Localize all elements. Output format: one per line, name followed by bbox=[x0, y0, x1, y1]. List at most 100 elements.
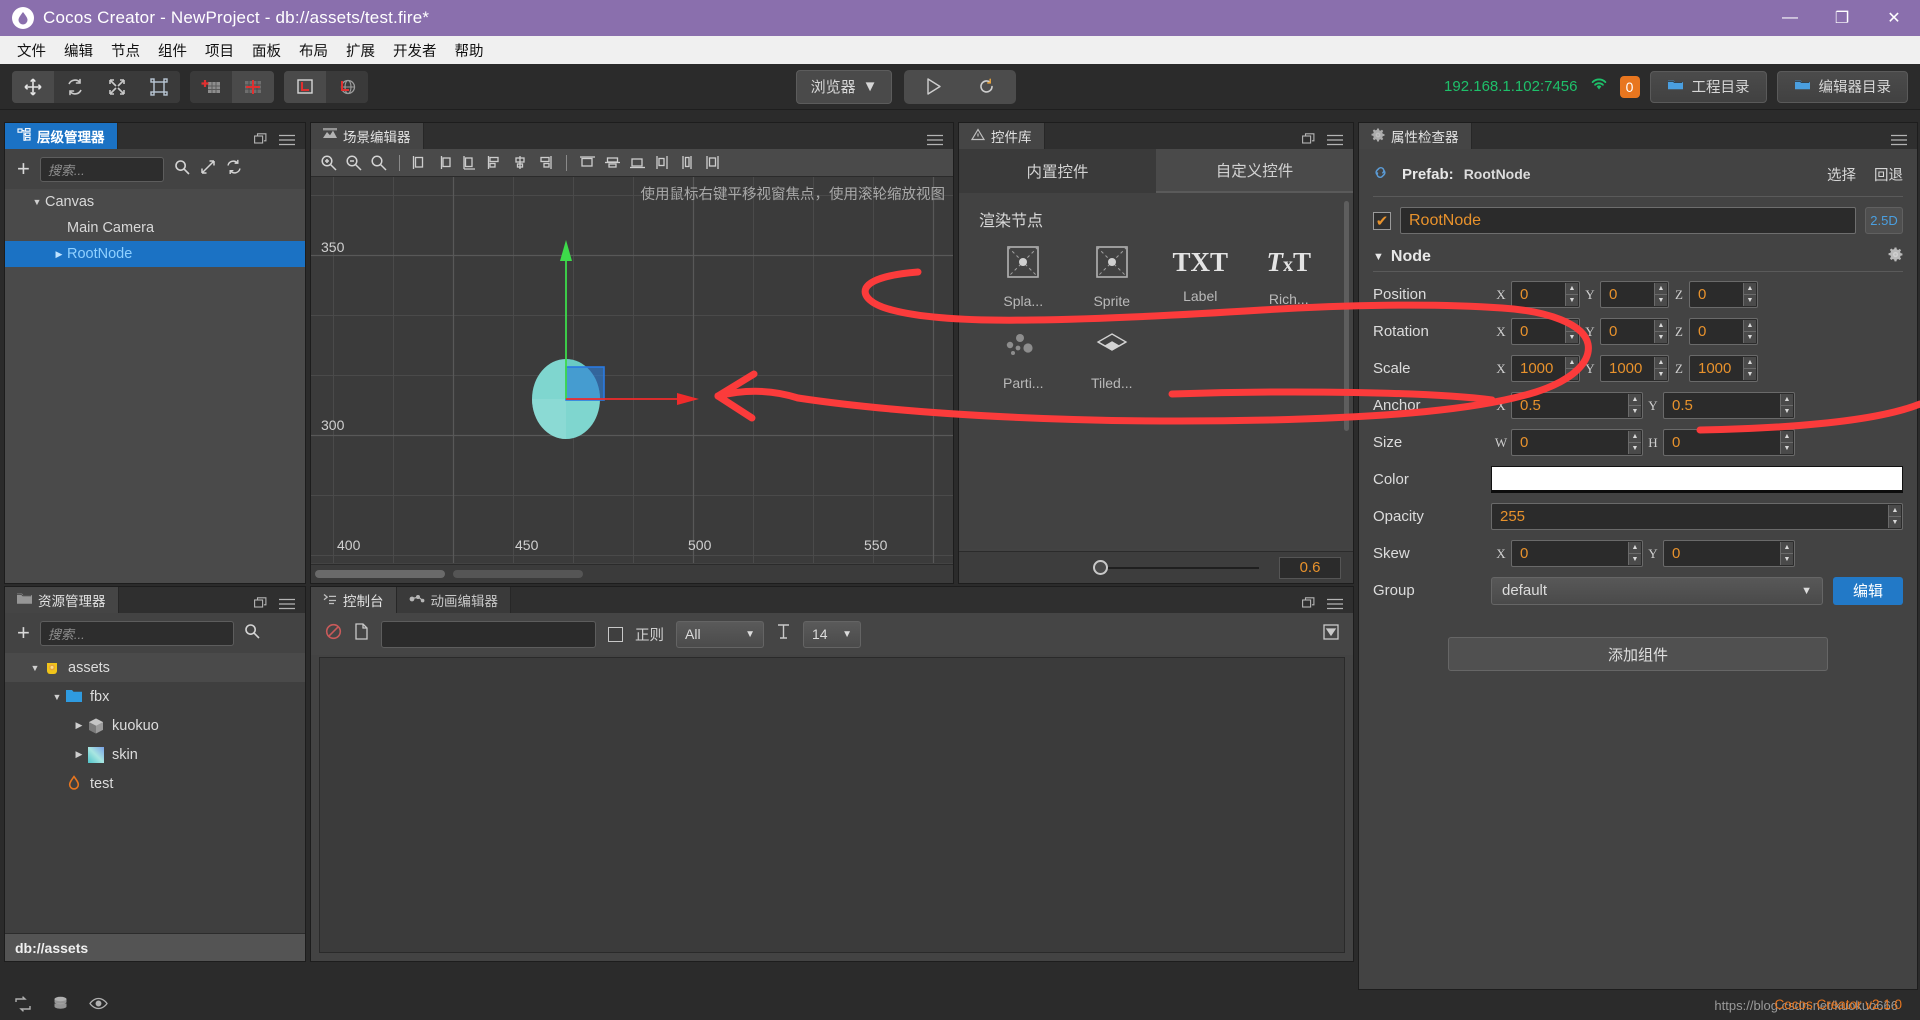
subtab-custom-controls[interactable]: 自定义控件 bbox=[1156, 149, 1353, 193]
chevron-down-icon[interactable]: ▼ bbox=[29, 197, 45, 207]
regex-checkbox[interactable] bbox=[608, 626, 623, 642]
global-coordinate-button[interactable] bbox=[326, 70, 368, 103]
stepper[interactable]: ▲ ▼ bbox=[1743, 320, 1756, 343]
align-right-icon[interactable] bbox=[459, 152, 482, 174]
asset-row-test[interactable]: test bbox=[5, 769, 305, 798]
stepper[interactable]: ▲ ▼ bbox=[1780, 431, 1793, 454]
align-edge-center-icon[interactable] bbox=[509, 152, 532, 174]
ctrllib-item-sprite[interactable]: Sprite bbox=[1068, 245, 1157, 309]
collapse-icon[interactable] bbox=[1323, 623, 1339, 645]
color-swatch[interactable] bbox=[1491, 466, 1903, 493]
stepper[interactable]: ▲ ▼ bbox=[1654, 320, 1667, 343]
hamburger-icon[interactable] bbox=[1891, 133, 1907, 149]
tab-scene-editor[interactable]: 场景编辑器 bbox=[311, 123, 424, 149]
distribute-h-icon[interactable] bbox=[651, 152, 674, 174]
eye-icon[interactable] bbox=[89, 997, 108, 1015]
dock-icon[interactable] bbox=[254, 133, 267, 149]
node-name-input[interactable]: RootNode bbox=[1400, 207, 1856, 234]
rect-transform-tool-button[interactable] bbox=[138, 70, 180, 103]
anchor-x-input[interactable]: 0.5 ▲ ▼ bbox=[1511, 392, 1643, 419]
asset-row-skin[interactable]: ▶ skin bbox=[5, 740, 305, 769]
console-font-size-select[interactable]: 14 ▼ bbox=[803, 620, 861, 648]
stepper[interactable]: ▲ ▼ bbox=[1628, 394, 1641, 417]
scale-y-input[interactable]: 1000 ▲ ▼ bbox=[1600, 355, 1669, 382]
stepper[interactable]: ▲ ▼ bbox=[1628, 431, 1641, 454]
chevron-down-icon[interactable]: ▼ bbox=[27, 663, 43, 673]
menu-item-edit[interactable]: 编辑 bbox=[55, 37, 102, 64]
hamburger-icon[interactable] bbox=[1327, 597, 1343, 613]
mode-badge-button[interactable]: 2.5D bbox=[1865, 207, 1903, 234]
rotation-x-input[interactable]: 0 ▲ ▼ bbox=[1511, 318, 1580, 345]
stepper[interactable]: ▲ ▼ bbox=[1780, 542, 1793, 565]
ctrllib-scrollbar[interactable] bbox=[1344, 201, 1349, 431]
hamburger-icon[interactable] bbox=[1327, 133, 1343, 149]
stepper[interactable]: ▲ ▼ bbox=[1780, 394, 1793, 417]
dock-icon[interactable] bbox=[1302, 597, 1315, 613]
chevron-right-icon[interactable]: ▶ bbox=[71, 720, 87, 731]
chevron-right-icon[interactable]: ▶ bbox=[51, 249, 67, 260]
node-section-header[interactable]: ▼ Node bbox=[1373, 247, 1903, 266]
align-bottom-icon[interactable] bbox=[626, 152, 649, 174]
align-edge-right-icon[interactable] bbox=[534, 152, 557, 174]
zoom-out-icon[interactable] bbox=[342, 152, 365, 174]
console-filter-input[interactable] bbox=[381, 620, 596, 648]
align-left-icon[interactable] bbox=[409, 152, 432, 174]
tab-assets[interactable]: 资源管理器 bbox=[5, 587, 119, 613]
hamburger-icon[interactable] bbox=[279, 133, 295, 149]
group-select[interactable]: default ▼ bbox=[1491, 576, 1823, 605]
hamburger-icon[interactable] bbox=[927, 133, 943, 149]
skew-y-input[interactable]: 0 ▲ ▼ bbox=[1663, 540, 1795, 567]
database-icon[interactable] bbox=[52, 996, 69, 1017]
align-middle-icon[interactable] bbox=[601, 152, 624, 174]
node-enabled-checkbox[interactable]: ✔ bbox=[1373, 211, 1391, 230]
asset-row-kuokuo[interactable]: ▶ kuokuo bbox=[5, 711, 305, 740]
slider-handle[interactable] bbox=[1093, 560, 1108, 575]
stepper[interactable]: ▲ ▼ bbox=[1628, 542, 1641, 565]
open-editor-directory-button[interactable]: 编辑器目录 bbox=[1776, 70, 1908, 103]
prefab-select-link[interactable]: 选择 bbox=[1827, 164, 1856, 185]
chevron-down-icon[interactable]: ▼ bbox=[1373, 251, 1384, 263]
scrollbar-thumb[interactable] bbox=[315, 570, 445, 578]
tab-hierarchy[interactable]: 层级管理器 bbox=[5, 123, 118, 149]
add-component-button[interactable]: 添加组件 bbox=[1448, 637, 1828, 671]
scale-z-input[interactable]: 1000 ▲ ▼ bbox=[1689, 355, 1758, 382]
align-top-icon[interactable] bbox=[576, 152, 599, 174]
open-project-directory-button[interactable]: 工程目录 bbox=[1649, 70, 1767, 103]
tab-animation-editor[interactable]: 动画编辑器 bbox=[396, 587, 511, 613]
menu-item-help[interactable]: 帮助 bbox=[446, 37, 493, 64]
file-icon[interactable] bbox=[354, 623, 369, 645]
stepper[interactable]: ▲ ▼ bbox=[1565, 357, 1578, 380]
move-tool-button[interactable] bbox=[12, 70, 54, 103]
group-edit-button[interactable]: 编辑 bbox=[1833, 576, 1903, 605]
size-h-input[interactable]: 0 ▲ ▼ bbox=[1663, 429, 1795, 456]
stepper[interactable]: ▲ ▼ bbox=[1565, 283, 1578, 306]
menu-item-panel[interactable]: 面板 bbox=[243, 37, 290, 64]
align-edge-left-icon[interactable] bbox=[484, 152, 507, 174]
play-button[interactable] bbox=[910, 72, 958, 102]
stepper[interactable]: ▲ ▼ bbox=[1654, 283, 1667, 306]
dock-icon[interactable] bbox=[254, 597, 267, 613]
maximize-button[interactable]: ❐ bbox=[1816, 0, 1868, 36]
prefab-revert-link[interactable]: 回退 bbox=[1874, 164, 1903, 185]
chevron-right-icon[interactable]: ▶ bbox=[71, 749, 87, 760]
tab-console[interactable]: 控制台 bbox=[311, 587, 397, 613]
asset-row-assets[interactable]: ▼ assets bbox=[5, 653, 305, 682]
stepper[interactable]: ▲ ▼ bbox=[1654, 357, 1667, 380]
console-log-output[interactable] bbox=[319, 657, 1345, 953]
tree-node-main-camera[interactable]: Main Camera bbox=[5, 215, 305, 241]
distribute-both-icon[interactable] bbox=[701, 152, 724, 174]
hamburger-icon[interactable] bbox=[279, 597, 295, 613]
align-center-h-icon[interactable] bbox=[434, 152, 457, 174]
ctrllib-item-richtext[interactable]: TxT Rich... bbox=[1245, 245, 1334, 309]
menu-item-project[interactable]: 项目 bbox=[196, 37, 243, 64]
zoom-in-icon[interactable] bbox=[317, 152, 340, 174]
tab-inspector[interactable]: 属性检查器 bbox=[1359, 123, 1472, 149]
ctrllib-item-tiledmap[interactable]: Tiled... bbox=[1068, 331, 1157, 391]
zoom-reset-icon[interactable] bbox=[367, 152, 390, 174]
console-level-select[interactable]: All ▼ bbox=[676, 620, 764, 648]
dock-icon[interactable] bbox=[1302, 133, 1315, 149]
stepper[interactable]: ▲ ▼ bbox=[1743, 357, 1756, 380]
scrollbar-thumb-secondary[interactable] bbox=[453, 570, 583, 578]
grid-snap-toggle-button[interactable] bbox=[232, 70, 274, 103]
search-icon[interactable] bbox=[244, 623, 260, 643]
